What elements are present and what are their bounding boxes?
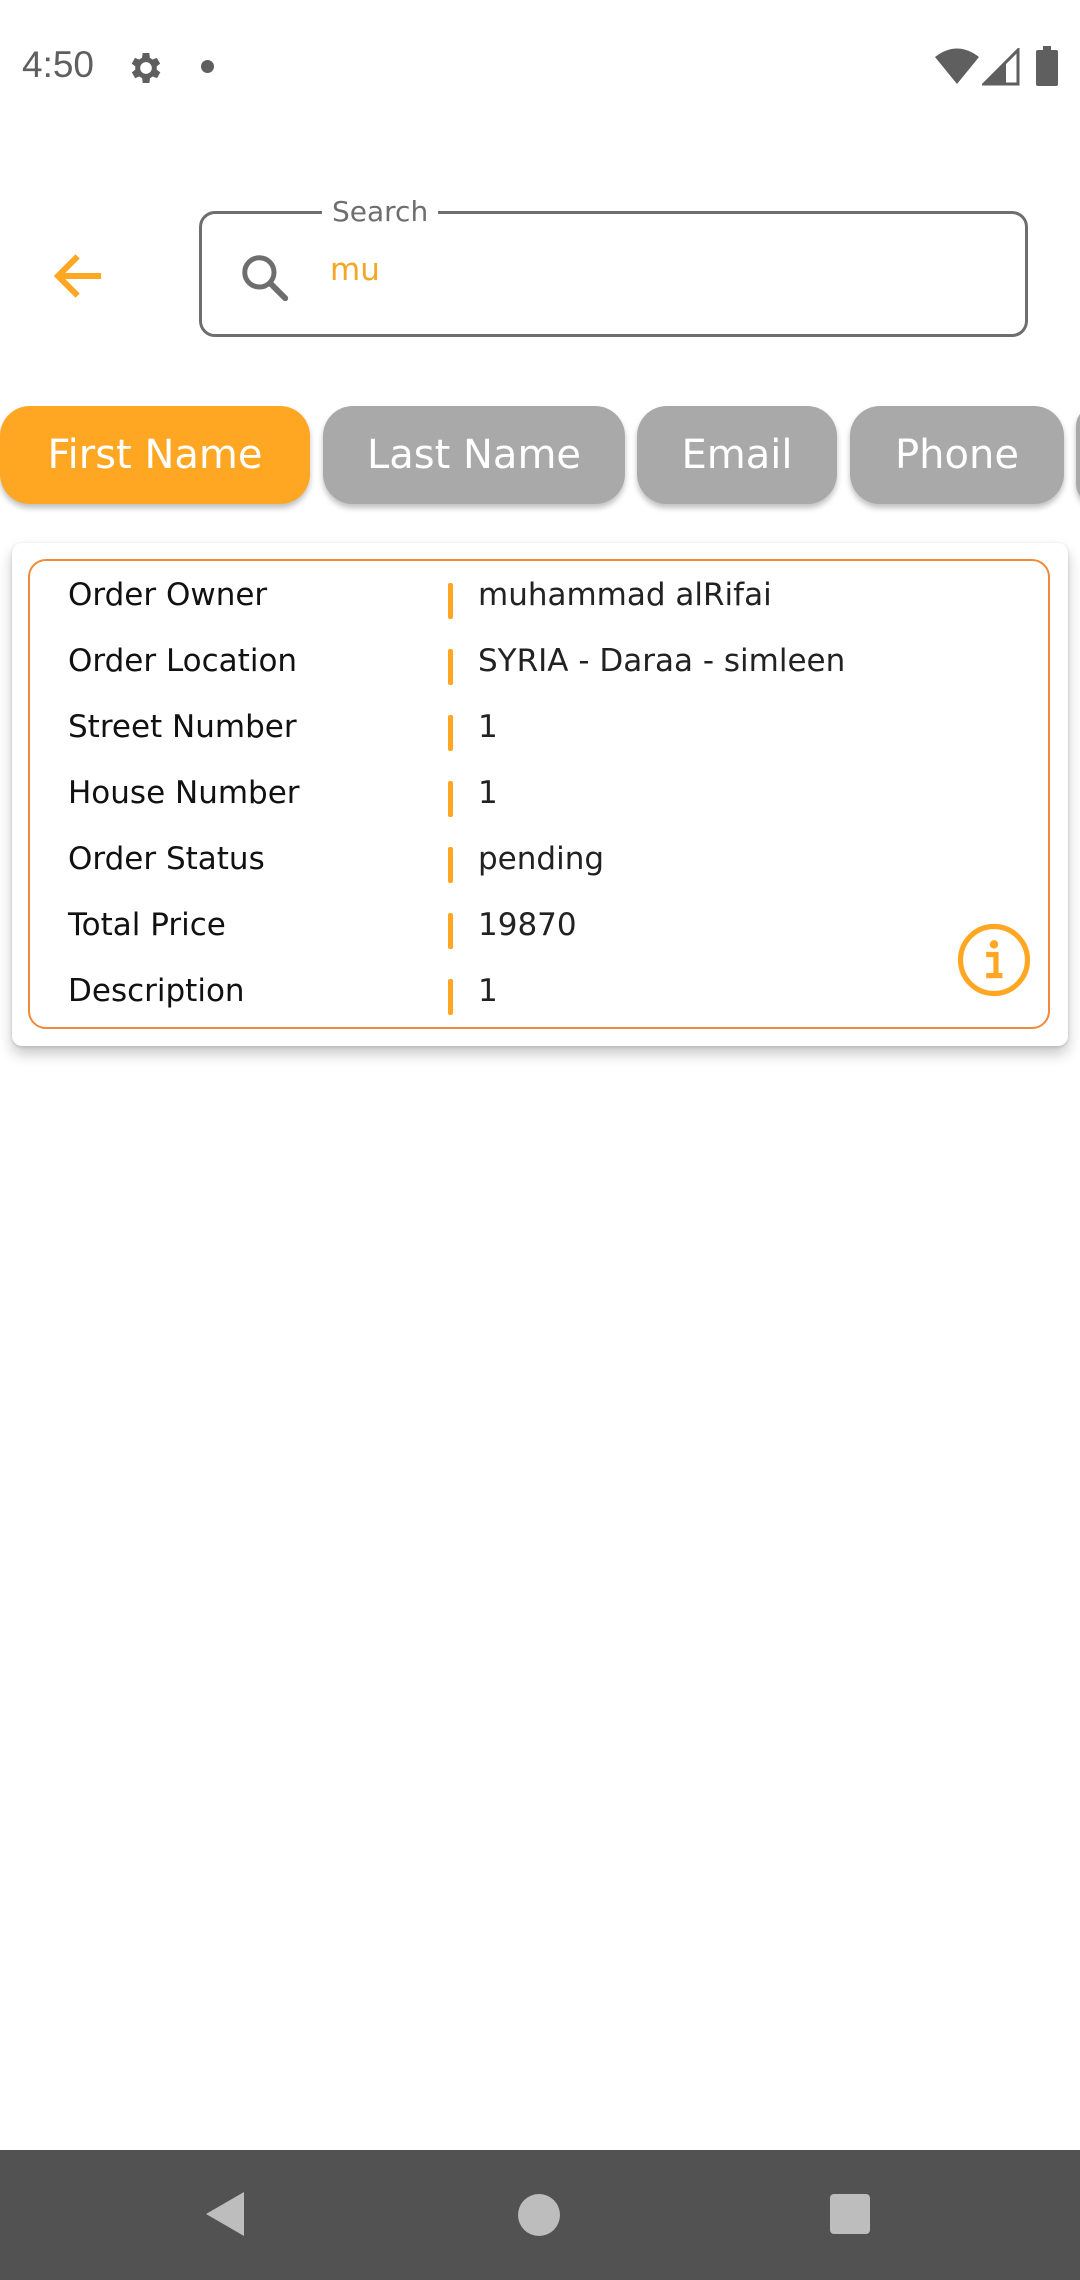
field-row-order-location: Order Location SYRIA - Daraa - simleen <box>30 635 1048 695</box>
field-key: Description <box>68 973 245 1009</box>
cellular-signal-icon <box>982 48 1020 86</box>
status-bar: 4:50 <box>0 0 1080 136</box>
field-row-description: Description 1 <box>30 965 1048 1025</box>
field-key: Street Number <box>68 709 297 745</box>
field-row-order-status: Order Status pending <box>30 833 1048 893</box>
chip-overflow[interactable] <box>1076 406 1080 504</box>
field-divider <box>448 847 453 883</box>
field-key: Order Location <box>68 643 298 679</box>
status-time: 4:50 <box>22 44 95 85</box>
chip-last-name[interactable]: Last Name <box>323 406 625 504</box>
battery-icon <box>1036 46 1058 86</box>
field-row-total-price: Total Price 19870 <box>30 899 1048 959</box>
search-icon <box>242 255 289 302</box>
field-value: pending <box>478 841 605 877</box>
chip-first-name[interactable]: First Name <box>0 406 310 504</box>
search-field[interactable]: Search <box>199 196 1028 337</box>
field-divider <box>448 979 453 1015</box>
field-key: Order Status <box>68 841 265 877</box>
chip-phone[interactable]: Phone <box>850 406 1064 504</box>
arrow-left-icon[interactable] <box>48 246 108 306</box>
gear-icon <box>131 53 161 83</box>
field-value: 1 <box>478 973 498 1009</box>
field-key: Order Owner <box>68 577 268 613</box>
field-divider <box>448 715 453 751</box>
field-key: Total Price <box>68 907 226 943</box>
notification-dot-icon <box>201 60 214 73</box>
field-divider <box>448 583 453 619</box>
field-row-order-owner: Order Owner muhammad alRifai <box>30 569 1048 629</box>
field-key: House Number <box>68 775 300 811</box>
field-value: 1 <box>478 709 498 745</box>
order-card-details: Order Owner muhammad alRifai Order Locat… <box>28 559 1050 1029</box>
field-row-house-number: House Number 1 <box>30 767 1048 827</box>
system-nav-bar <box>0 2150 1080 2280</box>
filter-chips: First Name Last Name Email Phone <box>0 406 1080 506</box>
field-value: SYRIA - Daraa - simleen <box>478 643 846 679</box>
info-circle-icon[interactable] <box>955 921 1033 999</box>
nav-recents-icon[interactable] <box>830 2194 870 2234</box>
order-card[interactable]: Order Owner muhammad alRifai Order Locat… <box>12 543 1068 1046</box>
search-label: Search <box>322 196 439 228</box>
field-value: 19870 <box>478 907 577 943</box>
field-divider <box>448 649 453 685</box>
field-value: 1 <box>478 775 498 811</box>
wifi-icon <box>935 48 979 84</box>
field-row-street-number: Street Number 1 <box>30 701 1048 761</box>
field-divider <box>448 913 453 949</box>
chip-email[interactable]: Email <box>637 406 837 504</box>
search-input[interactable] <box>330 238 990 302</box>
nav-back-icon[interactable] <box>204 2190 248 2238</box>
nav-home-icon[interactable] <box>518 2194 560 2236</box>
field-divider <box>448 781 453 817</box>
field-value: muhammad alRifai <box>478 577 772 613</box>
